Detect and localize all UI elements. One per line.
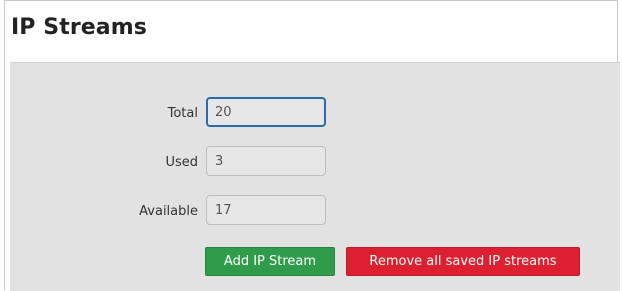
remove-all-ip-streams-button[interactable]: Remove all saved IP streams xyxy=(346,247,580,276)
used-label: Used xyxy=(165,155,198,170)
ip-streams-panel: Total Used Available Add IP Stream Remov… xyxy=(10,62,620,291)
total-field[interactable] xyxy=(206,97,326,127)
available-label: Available xyxy=(139,204,198,219)
page-title: IP Streams xyxy=(11,15,147,40)
used-field[interactable] xyxy=(206,146,326,176)
total-label: Total xyxy=(167,106,198,121)
add-ip-stream-button[interactable]: Add IP Stream xyxy=(205,247,335,276)
ip-streams-window: IP Streams Total Used Available Add IP S… xyxy=(4,0,620,291)
available-field[interactable] xyxy=(206,195,326,225)
